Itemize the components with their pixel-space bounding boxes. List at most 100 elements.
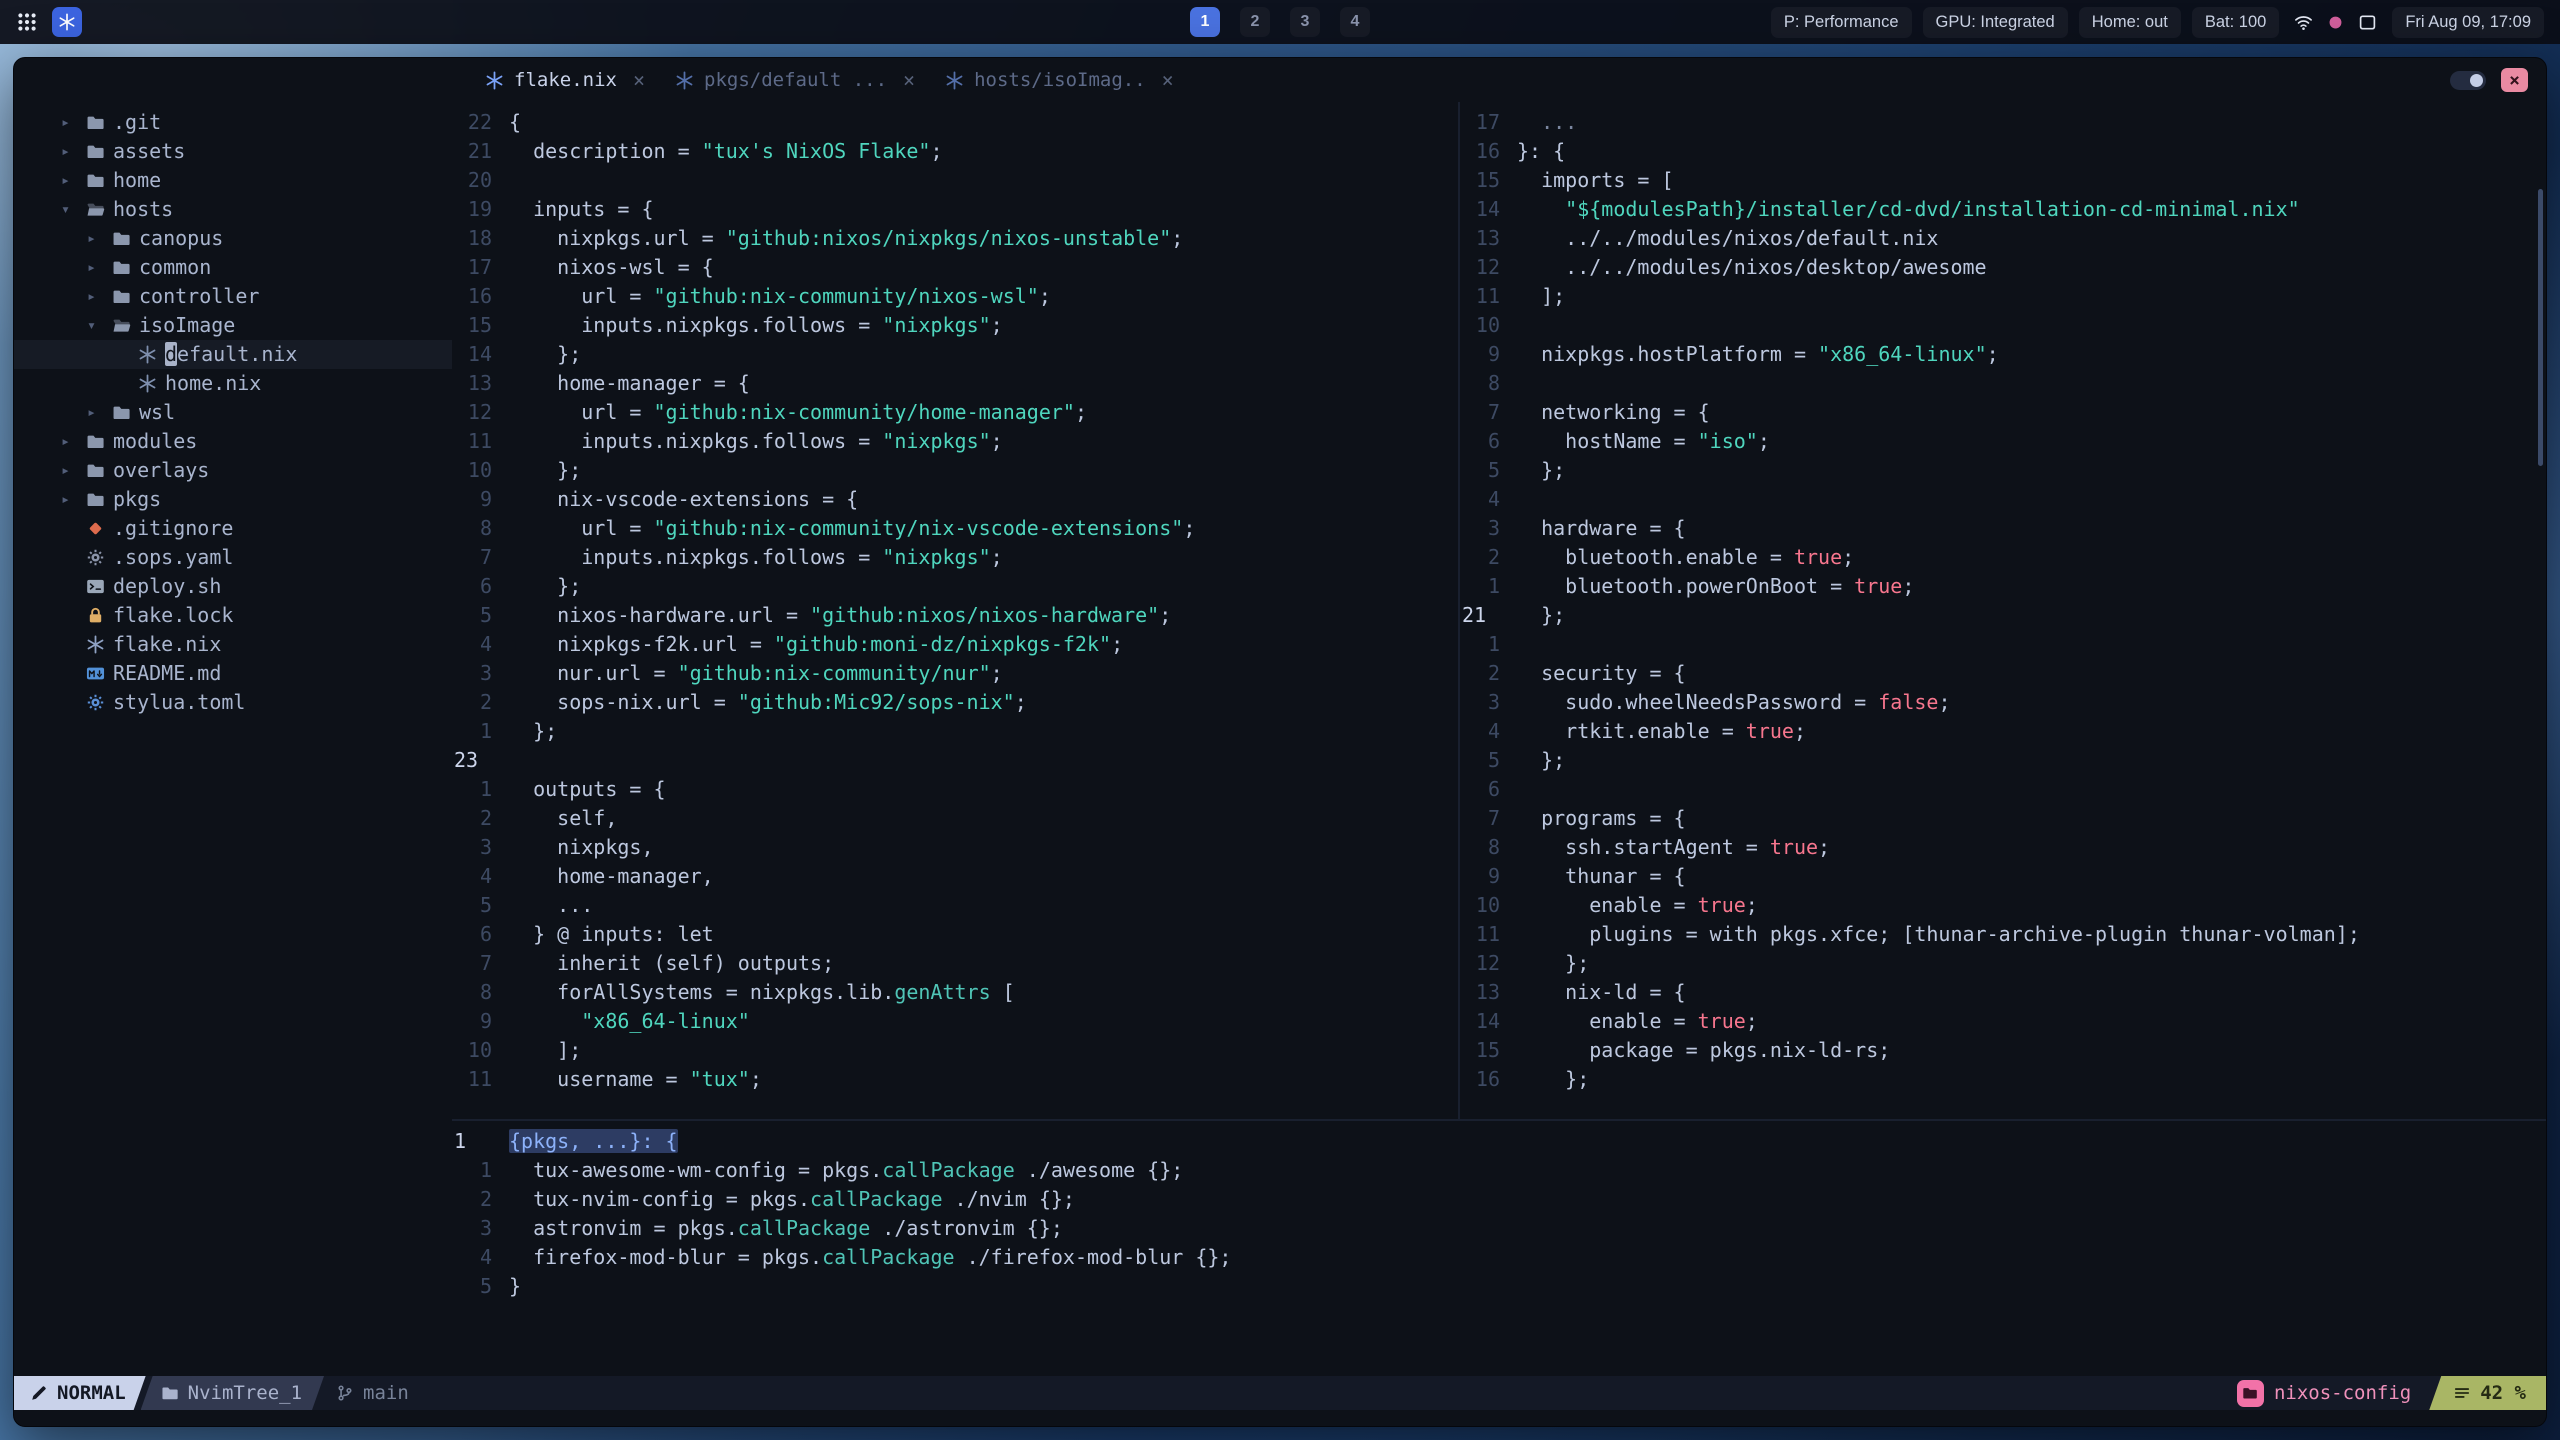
chevron-right-icon[interactable]: ▸	[61, 427, 86, 456]
code-line[interactable]: 15 inputs.nixpkgs.follows = "nixpkgs";	[452, 311, 1458, 340]
code-line[interactable]: 8 ssh.startAgent = true;	[1460, 833, 2546, 862]
code-line[interactable]: 10 enable = true;	[1460, 891, 2546, 920]
code-line[interactable]: 11 inputs.nixpkgs.follows = "nixpkgs";	[452, 427, 1458, 456]
wifi-icon[interactable]	[2294, 13, 2313, 32]
chevron-right-icon[interactable]: ▸	[61, 137, 86, 166]
tab-hosts-isoimag[interactable]: hosts/isoImag.. ×	[930, 68, 1189, 92]
code-line[interactable]: 1 {pkgs, ...}: {	[452, 1127, 2546, 1156]
status-pill-home-out[interactable]: Home: out	[2078, 6, 2181, 38]
code-line[interactable]: 4 nixpkgs-f2k.url = "github:moni-dz/nixp…	[452, 630, 1458, 659]
tree-item-default-nix[interactable]: default.nix	[14, 340, 452, 369]
tree-item-sops-yaml[interactable]: .sops.yaml	[14, 543, 452, 572]
code-line[interactable]: 21 };	[1460, 601, 2546, 630]
code-line[interactable]: 1 outputs = {	[452, 775, 1458, 804]
screen-icon[interactable]	[2358, 13, 2377, 32]
code-line[interactable]: 12 url = "github:nix-community/home-mana…	[452, 398, 1458, 427]
tree-item-canopus[interactable]: ▸ canopus	[14, 224, 452, 253]
tree-item-hosts[interactable]: ▾ hosts	[14, 195, 452, 224]
status-pill-bat-100[interactable]: Bat: 100	[2191, 6, 2280, 38]
code-line[interactable]: 6 } @ inputs: let	[452, 920, 1458, 949]
app-launcher-icon[interactable]	[16, 11, 38, 33]
code-line[interactable]: 4 rtkit.enable = true;	[1460, 717, 2546, 746]
chevron-right-icon[interactable]: ▸	[61, 456, 86, 485]
code-line[interactable]: 6 hostName = "iso";	[1460, 427, 2546, 456]
chevron-right-icon[interactable]: ▸	[61, 166, 86, 195]
tree-item-assets[interactable]: ▸ assets	[14, 137, 452, 166]
code-line[interactable]: 14 enable = true;	[1460, 1007, 2546, 1036]
indicator-dot-icon[interactable]	[2326, 13, 2345, 32]
code-line[interactable]: 5 ...	[452, 891, 1458, 920]
chevron-down-icon[interactable]: ▾	[61, 195, 86, 224]
code-line[interactable]: 11 plugins = with pkgs.xfce; [thunar-arc…	[1460, 920, 2546, 949]
toggle-icon[interactable]	[2450, 70, 2486, 90]
tree-item-common[interactable]: ▸ common	[14, 253, 452, 282]
code-line[interactable]: 2 security = {	[1460, 659, 2546, 688]
code-line[interactable]: 9 "x86_64-linux"	[452, 1007, 1458, 1036]
tab-flake-nix[interactable]: flake.nix ×	[470, 68, 660, 92]
tree-item-overlays[interactable]: ▸ overlays	[14, 456, 452, 485]
code-line[interactable]: 13 home-manager = {	[452, 369, 1458, 398]
chevron-right-icon[interactable]: ▸	[61, 108, 86, 137]
tree-item-git[interactable]: ▸ .git	[14, 108, 452, 137]
chevron-down-icon[interactable]: ▾	[87, 311, 112, 340]
code-line[interactable]: 6	[1460, 775, 2546, 804]
code-line[interactable]: 5 };	[1460, 456, 2546, 485]
workspace-button-1[interactable]: 1	[1190, 7, 1220, 37]
tree-item-modules[interactable]: ▸ modules	[14, 427, 452, 456]
code-line[interactable]: 11 ];	[1460, 282, 2546, 311]
code-line[interactable]: 9 thunar = {	[1460, 862, 2546, 891]
scrollbar-thumb[interactable]	[2538, 189, 2543, 466]
tab-close-icon[interactable]: ×	[633, 68, 645, 92]
tab-close-icon[interactable]: ×	[1162, 68, 1174, 92]
tree-item-flake-lock[interactable]: flake.lock	[14, 601, 452, 630]
tree-item-home-nix[interactable]: home.nix	[14, 369, 452, 398]
code-line[interactable]: 4	[1460, 485, 2546, 514]
chevron-right-icon[interactable]: ▸	[87, 398, 112, 427]
tree-item-wsl[interactable]: ▸ wsl	[14, 398, 452, 427]
code-line[interactable]: 17 ...	[1460, 108, 2546, 137]
tree-item-readme-md[interactable]: README.md	[14, 659, 452, 688]
tree-item-pkgs[interactable]: ▸ pkgs	[14, 485, 452, 514]
code-line[interactable]: 3 astronvim = pkgs.callPackage ./astronv…	[452, 1214, 2546, 1243]
code-line[interactable]: 3 nur.url = "github:nix-community/nur";	[452, 659, 1458, 688]
tree-item-deploy-sh[interactable]: deploy.sh	[14, 572, 452, 601]
code-line[interactable]: 16 url = "github:nix-community/nixos-wsl…	[452, 282, 1458, 311]
code-line[interactable]: 14 "${modulesPath}/installer/cd-dvd/inst…	[1460, 195, 2546, 224]
tree-item-controller[interactable]: ▸ controller	[14, 282, 452, 311]
code-line[interactable]: 2 sops-nix.url = "github:Mic92/sops-nix"…	[452, 688, 1458, 717]
code-line[interactable]: 9 nixpkgs.hostPlatform = "x86_64-linux";	[1460, 340, 2546, 369]
code-line[interactable]: 22 {	[452, 108, 1458, 137]
code-line[interactable]: 23	[452, 746, 1458, 775]
code-line[interactable]: 1 bluetooth.powerOnBoot = true;	[1460, 572, 2546, 601]
status-pill-gpu-integrated[interactable]: GPU: Integrated	[1922, 6, 2068, 38]
chevron-right-icon[interactable]: ▸	[87, 253, 112, 282]
code-line[interactable]: 15 package = pkgs.nix-ld-rs;	[1460, 1036, 2546, 1065]
code-line[interactable]: 3 nixpkgs,	[452, 833, 1458, 862]
chevron-right-icon[interactable]: ▸	[61, 485, 86, 514]
workspace-button-4[interactable]: 4	[1340, 7, 1370, 37]
tree-item-gitignore[interactable]: .gitignore	[14, 514, 452, 543]
code-line[interactable]: 10 };	[452, 456, 1458, 485]
tree-item-stylua-toml[interactable]: stylua.toml	[14, 688, 452, 717]
tree-item-flake-nix[interactable]: flake.nix	[14, 630, 452, 659]
workspace-button-2[interactable]: 2	[1240, 7, 1270, 37]
code-line[interactable]: 10	[1460, 311, 2546, 340]
code-line[interactable]: 3 hardware = {	[1460, 514, 2546, 543]
code-line[interactable]: 18 nixpkgs.url = "github:nixos/nixpkgs/n…	[452, 224, 1458, 253]
code-line[interactable]: 3 sudo.wheelNeedsPassword = false;	[1460, 688, 2546, 717]
code-line[interactable]: 2 tux-nvim-config = pkgs.callPackage ./n…	[452, 1185, 2546, 1214]
code-line[interactable]: 12 };	[1460, 949, 2546, 978]
code-line[interactable]: 5 };	[1460, 746, 2546, 775]
code-line[interactable]: 7 inherit (self) outputs;	[452, 949, 1458, 978]
code-line[interactable]: 6 };	[452, 572, 1458, 601]
close-window-button[interactable]: ×	[2501, 68, 2528, 92]
code-line[interactable]: 2 bluetooth.enable = true;	[1460, 543, 2546, 572]
code-line[interactable]: 15 imports = [	[1460, 166, 2546, 195]
code-line[interactable]: 7 inputs.nixpkgs.follows = "nixpkgs";	[452, 543, 1458, 572]
clock[interactable]: Fri Aug 09, 17:09	[2392, 6, 2544, 38]
code-line[interactable]: 11 username = "tux";	[452, 1065, 1458, 1094]
code-line[interactable]: 8 forAllSystems = nixpkgs.lib.genAttrs [	[452, 978, 1458, 1007]
code-line[interactable]: 5}	[452, 1272, 2546, 1301]
code-line[interactable]: 9 nix-vscode-extensions = {	[452, 485, 1458, 514]
tree-item-home[interactable]: ▸ home	[14, 166, 452, 195]
